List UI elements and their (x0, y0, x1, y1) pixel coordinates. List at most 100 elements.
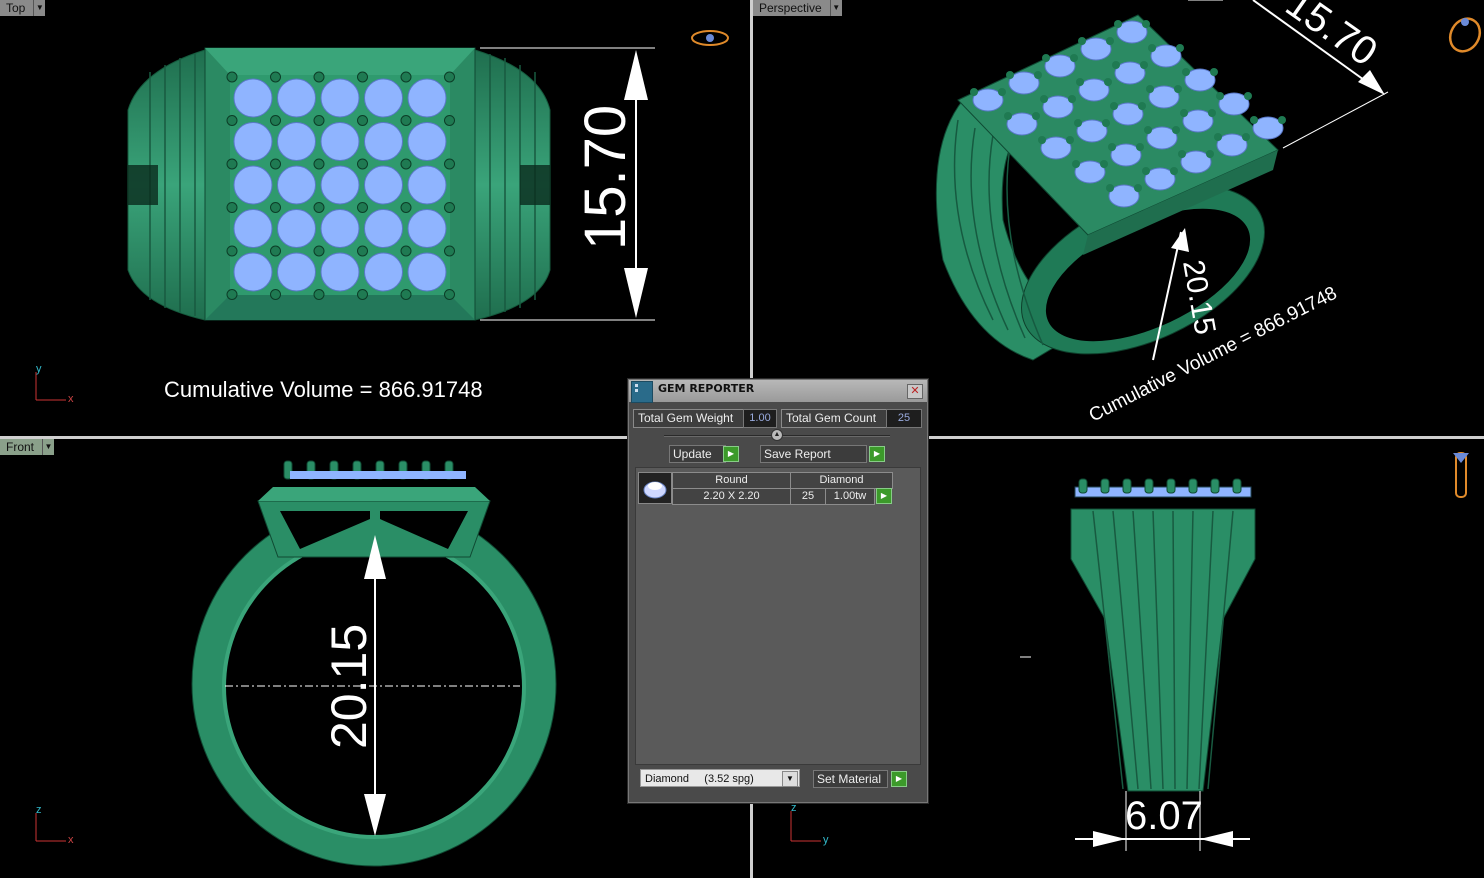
set-material-button[interactable]: Set Material (813, 770, 888, 788)
gem-prong (400, 115, 412, 126)
gem-prong (1076, 78, 1084, 86)
gem-prong (1104, 78, 1112, 86)
viewport-tab-top[interactable]: Top ▼ (0, 0, 46, 16)
viewport-perspective[interactable]: 15.70 20.15 Cumulative Volume = 866.9174… (753, 0, 1484, 436)
gem-prong (1034, 71, 1042, 79)
gem-row (290, 471, 466, 479)
set-material-label: Set Material (817, 772, 882, 786)
gem-prong (444, 158, 455, 170)
collapse-icon[interactable]: ▲ (771, 429, 783, 441)
ring-view-icon[interactable] (1444, 13, 1484, 56)
gem-stone (320, 252, 360, 292)
gem-prong (444, 115, 455, 126)
viewport-tab-perspective[interactable]: Perspective ▼ (753, 0, 842, 16)
gem-prong (270, 115, 281, 126)
material-select[interactable]: Diamond (3.52 spg) ▼ (640, 769, 800, 787)
gem-prong (970, 88, 978, 96)
play-icon[interactable]: ▶ (891, 771, 907, 787)
front-dimension-label: 20.15 (321, 624, 377, 749)
gem-stone (233, 165, 273, 205)
gem-prong (1188, 478, 1198, 494)
gem-prong (400, 289, 412, 300)
gem-prong (313, 202, 325, 213)
viewport-label: Top (0, 0, 34, 16)
gem-shape-header: Round (672, 472, 791, 489)
gem-stone (277, 78, 316, 118)
dropdown-arrow-icon[interactable]: ▼ (33, 0, 46, 16)
play-icon[interactable]: ▶ (876, 488, 892, 504)
gem-list[interactable]: Round Diamond 2.20 X 2.20 25 1.00tw ▶ (635, 467, 921, 765)
gem-stone (320, 122, 360, 161)
ring-view-icon[interactable] (1453, 452, 1469, 498)
gem-prong (270, 71, 281, 83)
gem-prong (1144, 126, 1152, 134)
gem-prong (444, 71, 455, 83)
persp-dimension-top: 15.70 (1278, 0, 1385, 75)
gem-prong (1136, 143, 1144, 151)
gem-prong (226, 202, 238, 213)
gem-weight: 1.00tw (825, 488, 875, 505)
dropdown-arrow-icon[interactable]: ▼ (829, 0, 842, 16)
dropdown-arrow-icon[interactable]: ▼ (782, 771, 798, 787)
gem-prong (1250, 116, 1258, 124)
gem-prong (1174, 85, 1182, 93)
gem-prong (1122, 478, 1132, 494)
gem-prong (1114, 20, 1122, 28)
gem-prong (1078, 37, 1086, 45)
top-volume-text: Cumulative Volume = 866.91748 (164, 377, 483, 402)
gem-stone (233, 209, 273, 248)
gem-prong (270, 202, 281, 213)
gem-reporter-icon (631, 381, 653, 403)
top-view-render: 15.70 Cumulative Volume = 866.91748 y x (35, 30, 729, 405)
gem-stone (364, 78, 403, 118)
gem-prong (357, 245, 368, 257)
update-button[interactable]: Update (669, 445, 726, 463)
axis-y-label: y (823, 834, 829, 846)
gem-prong (998, 88, 1006, 96)
gem-prong (1176, 44, 1184, 52)
gem-prong (1040, 95, 1048, 103)
gem-prong (1134, 184, 1142, 192)
material-select-value: Diamond (3.52 spg) (645, 773, 754, 785)
total-gem-count-label: Total Gem Count (781, 409, 887, 428)
gem-stone (233, 78, 273, 118)
save-report-button[interactable]: Save Report (760, 445, 867, 463)
gem-prong (1166, 478, 1176, 494)
gem-stone (407, 78, 447, 118)
gem-prong (1006, 71, 1014, 79)
gem-prong (1148, 44, 1156, 52)
viewport-tab-front[interactable]: Front ▼ (0, 439, 55, 455)
viewport-top[interactable]: 15.70 Cumulative Volume = 866.91748 y x … (0, 0, 750, 436)
gem-prong (357, 115, 368, 126)
gem-reporter-titlebar[interactable]: GEM REPORTER ✕ (629, 380, 927, 403)
gem-prong (1214, 133, 1222, 141)
gem-prong (1144, 478, 1154, 494)
gem-prong (1074, 119, 1082, 127)
gem-prong (226, 158, 238, 170)
gem-prong (1100, 160, 1108, 168)
gem-prong (1206, 150, 1214, 158)
ring-view-icon[interactable] (691, 30, 729, 46)
close-icon[interactable]: ✕ (907, 384, 923, 399)
gem-prong (313, 289, 325, 300)
dropdown-arrow-icon[interactable]: ▼ (42, 439, 55, 455)
gem-prong (226, 71, 238, 83)
gem-prong (1232, 478, 1242, 494)
top-dimension-label: 15.70 (573, 105, 638, 250)
gem-prong (1112, 61, 1120, 69)
gem-prong (313, 245, 325, 257)
gem-prong (1172, 126, 1180, 134)
play-icon[interactable]: ▶ (723, 446, 739, 462)
gem-stone (277, 165, 316, 205)
gem-icon[interactable] (638, 472, 672, 504)
gem-prong (1182, 68, 1190, 76)
play-icon[interactable]: ▶ (869, 446, 885, 462)
axis-x-label: x (68, 393, 74, 405)
gem-prong (444, 245, 455, 257)
perspective-view-render: 15.70 20.15 Cumulative Volume = 866.9174… (935, 0, 1484, 426)
gem-stone (407, 165, 447, 205)
gem-prong (270, 289, 281, 300)
axis-y-label: y (36, 363, 42, 375)
gem-prong (400, 202, 412, 213)
gem-size: 2.20 X 2.20 (672, 488, 791, 505)
